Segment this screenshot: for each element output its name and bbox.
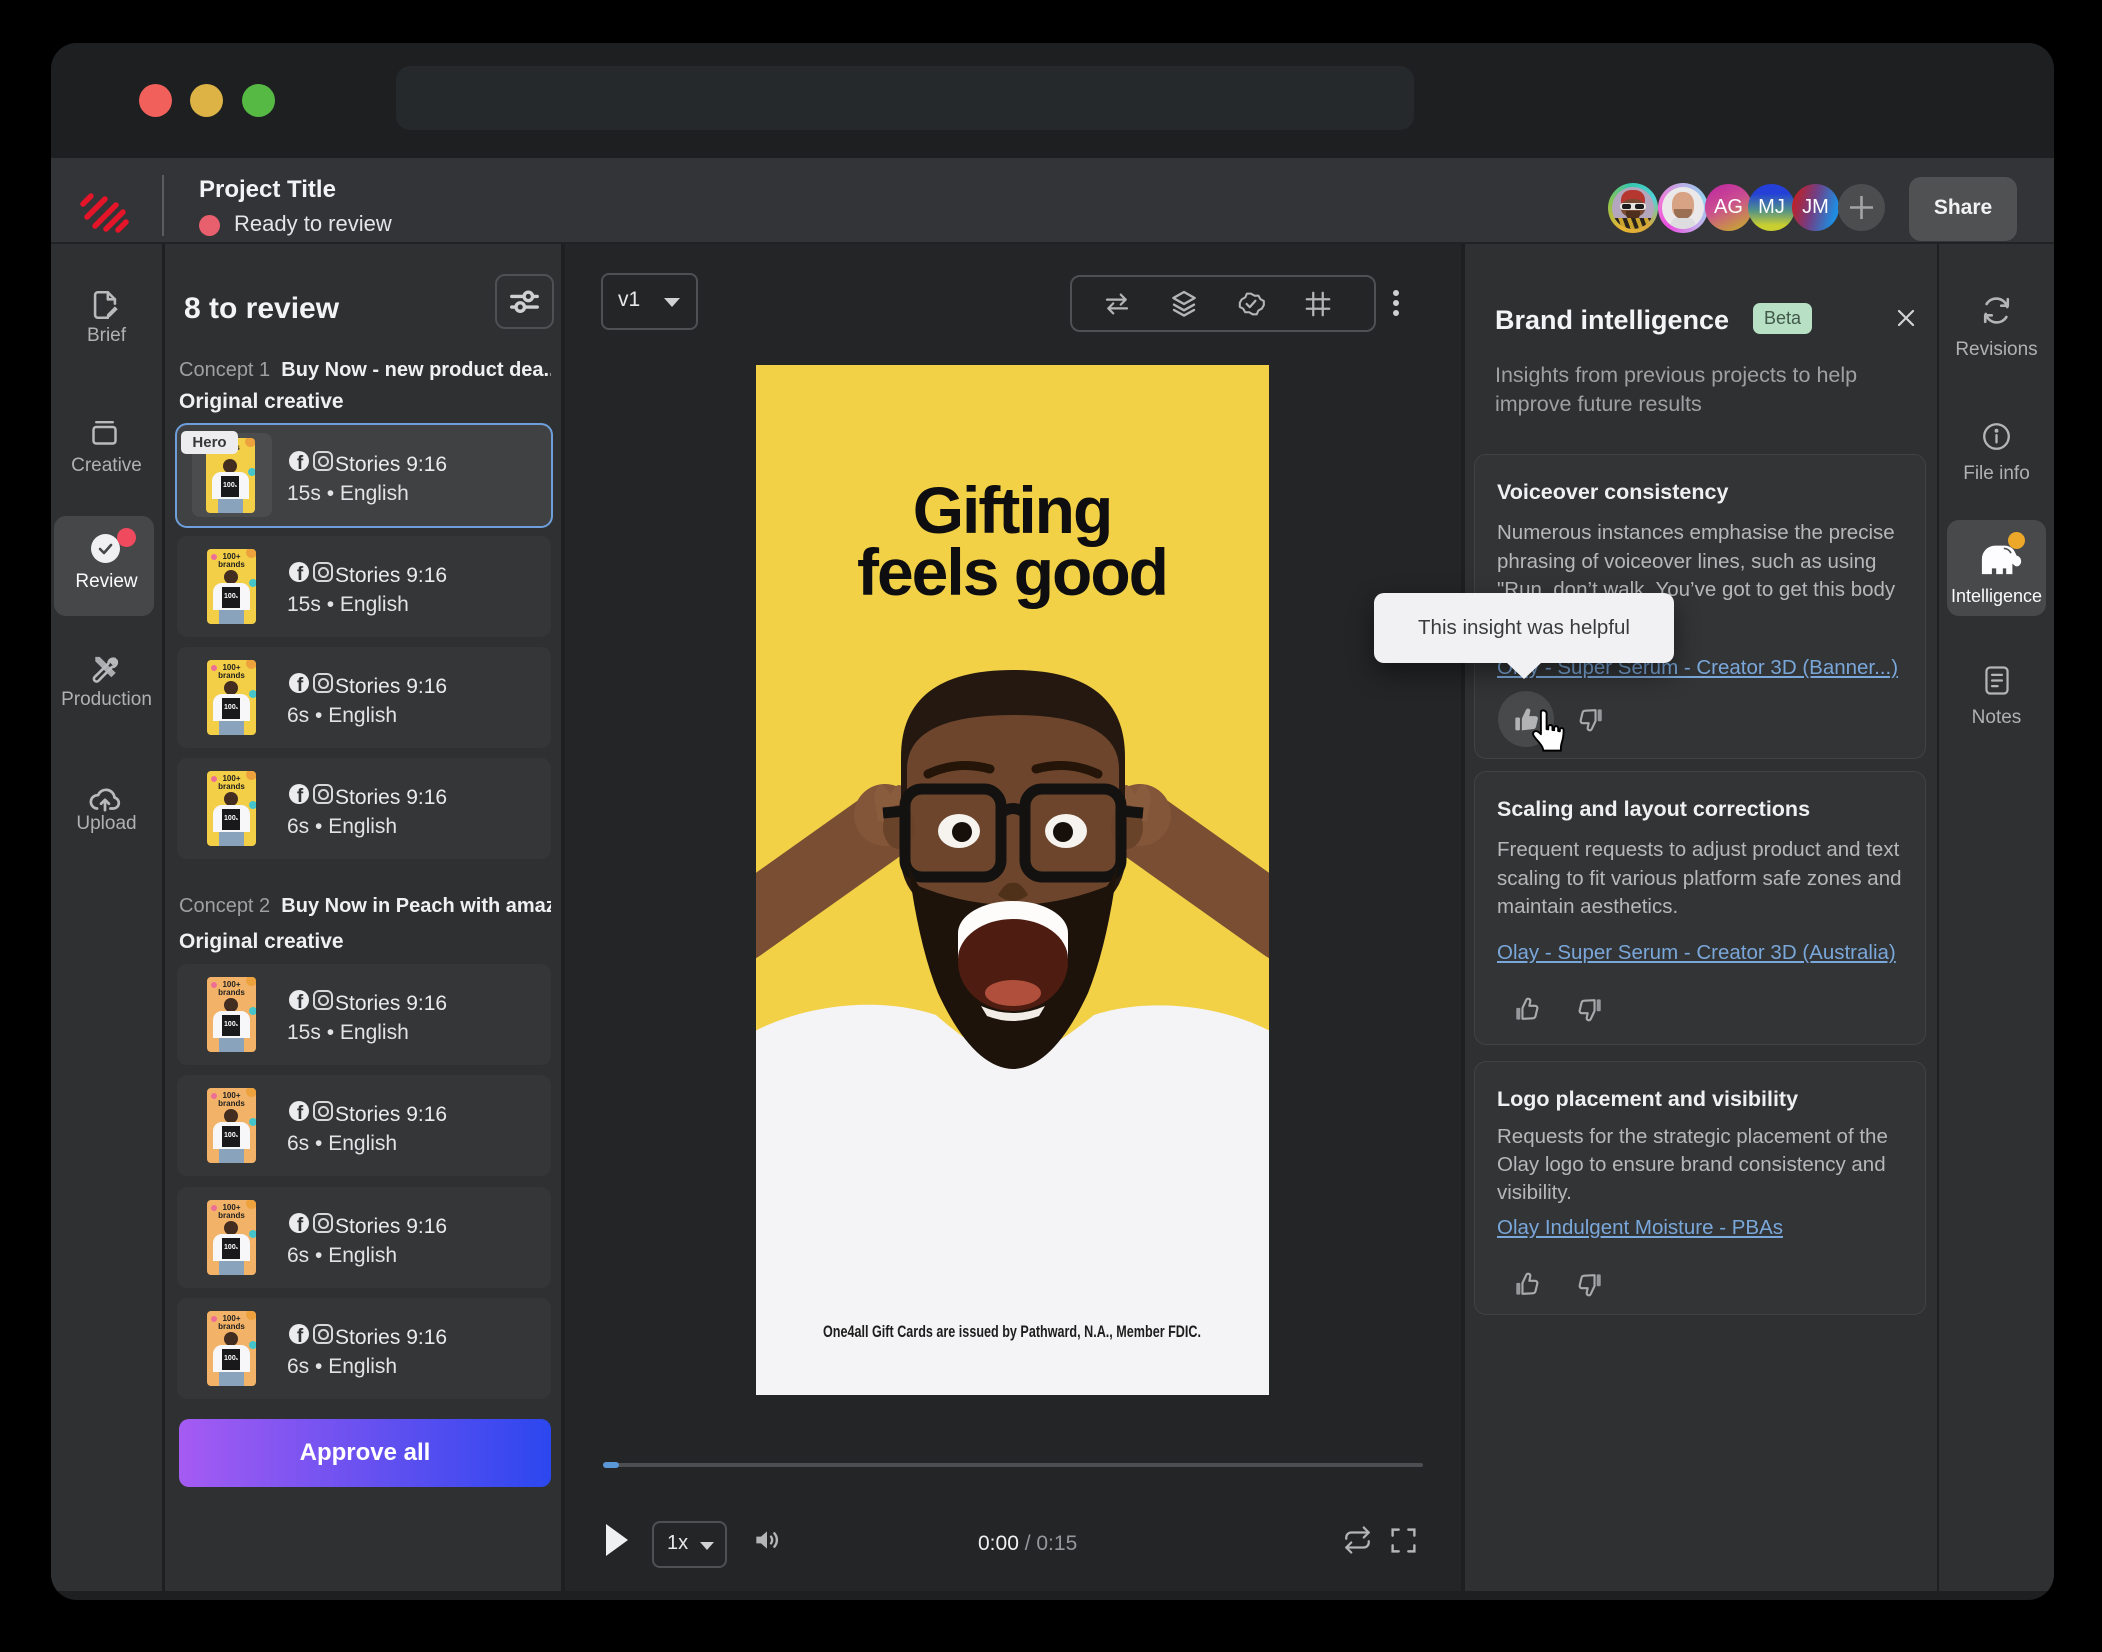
svg-text:One4all Gift Cards are issued: One4all Gift Cards are issued by Pathwar… (823, 1323, 1201, 1341)
svg-text:feels good: feels good (857, 535, 1167, 609)
